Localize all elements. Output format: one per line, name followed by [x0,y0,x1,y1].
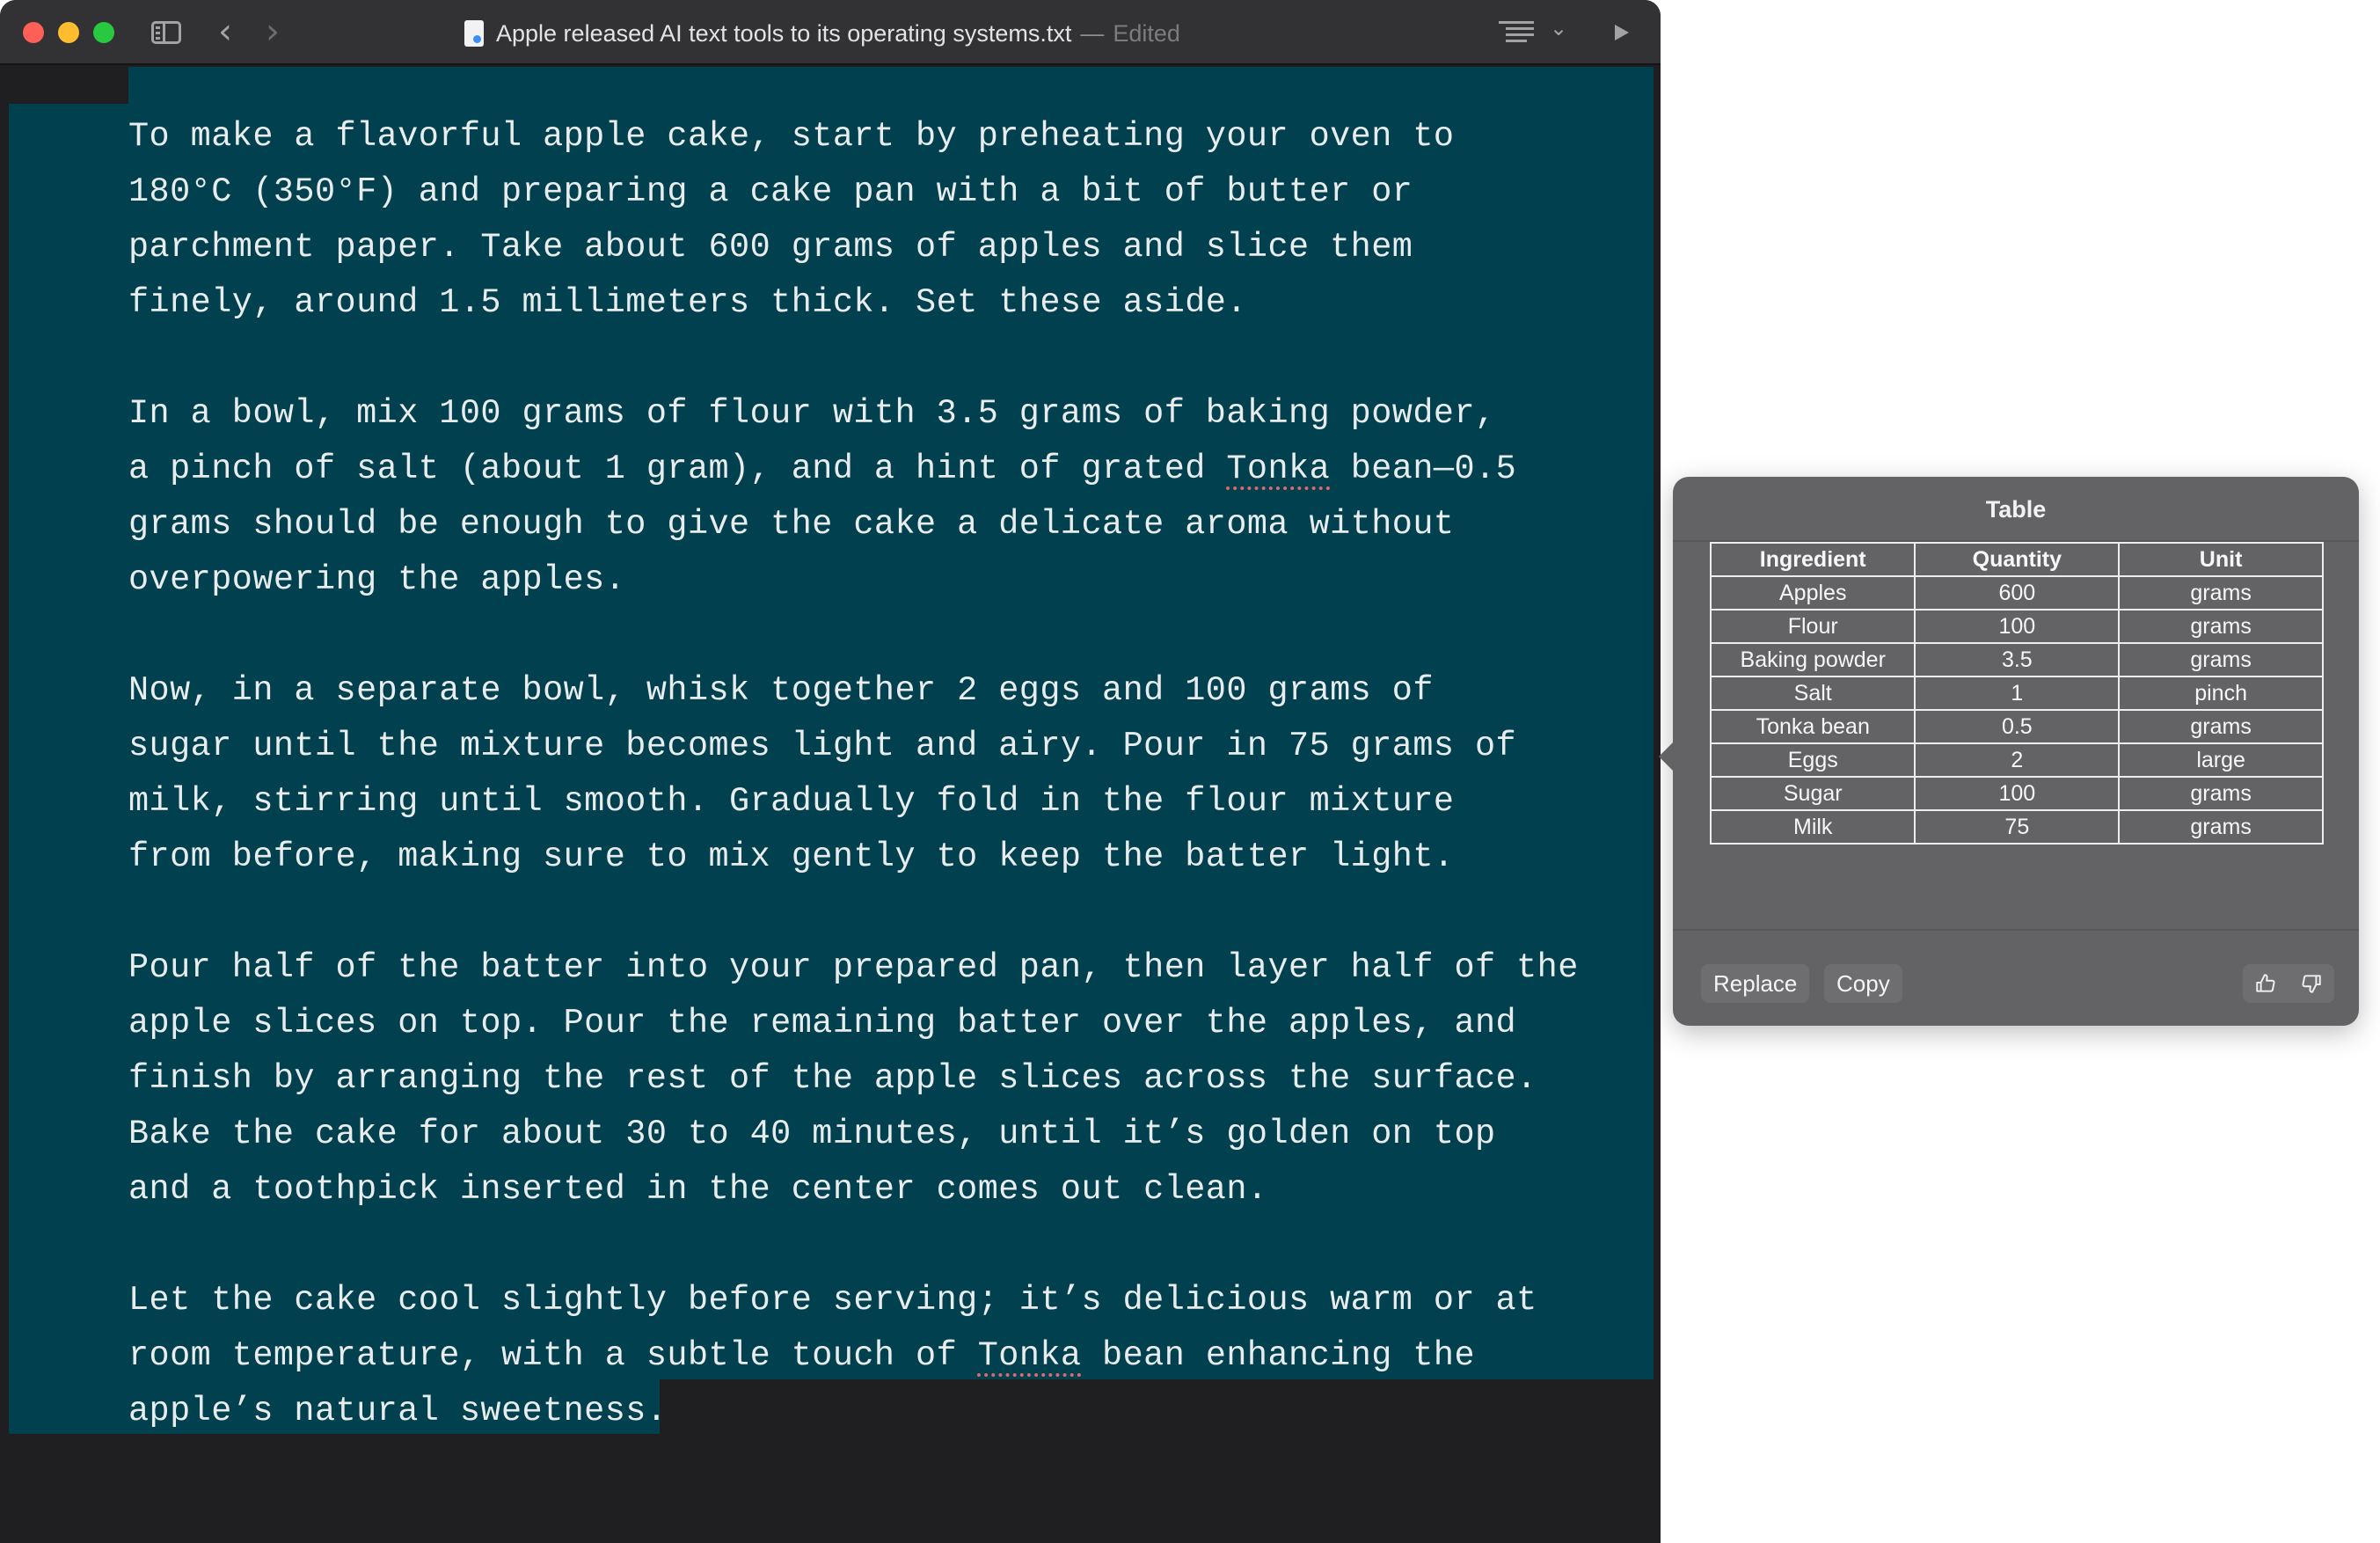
table-cell: 100 [1914,776,2121,811]
table-cell: 1 [1914,676,2121,711]
table-cell: grams [2118,575,2324,611]
table-row: Flour 100 grams [1709,609,2324,644]
text-line: overpowering the apples. [128,560,626,599]
text-line: finish by arranging the rest of the appl… [128,1059,1537,1098]
sidebar-toggle-icon[interactable] [151,21,181,44]
text-line: from before, making sure to mix gently t… [128,837,1455,876]
table-row: Salt 1 pinch [1709,676,2324,711]
table-body: Apples 600 grams Flour 100 grams Baking powder… [1709,575,2324,845]
table-cell: 3.5 [1914,642,2121,677]
chevron-down-icon[interactable]: ⌄ [1550,16,1567,40]
misspelled-word[interactable]: Tonka [978,1336,1082,1375]
text-segment: room temperature, with a subtle touch of [128,1336,978,1375]
table-cell: grams [2118,642,2324,677]
popover-title: Table [1985,496,2047,523]
minimize-window-button[interactable] [58,22,79,43]
zoom-window-button[interactable] [93,22,114,43]
thumbs-up-icon[interactable] [2243,964,2289,1003]
table-cell: grams [2118,709,2324,744]
table-header-row: Ingredient Quantity Unit [1709,542,2324,577]
table-cell: grams [2118,776,2324,811]
table-cell: 75 [1914,809,2121,845]
text-segment: bean enhancing the [1081,1336,1476,1375]
copy-button[interactable]: Copy [1824,964,1902,1003]
text-line: finely, around 1.5 millimeters thick. Se… [128,283,1247,322]
play-icon[interactable] [1615,25,1629,40]
table-cell: grams [2118,809,2324,845]
text-segment: bean—0.5 [1330,450,1517,488]
close-window-button[interactable] [23,22,44,43]
table-row: Sugar 100 grams [1709,776,2324,811]
chevron-right-icon[interactable]: › [266,11,280,53]
table-cell: Apples [1709,575,1916,611]
table-cell: Sugar [1709,776,1916,811]
table-cell: Milk [1709,809,1916,845]
text-line: apple’s natural sweetness. [128,1392,668,1430]
column-header: Ingredient [1709,542,1916,577]
popover-header: Table [1673,477,2359,542]
window-title-area[interactable]: Apple released AI text tools to its oper… [464,16,1180,51]
text-line: To make a flavorful apple cake, start by… [128,117,1455,156]
misspelled-word[interactable]: Tonka [1226,450,1330,488]
table-cell: 2 [1914,742,2121,778]
feedback-buttons [2243,964,2334,1003]
text-line: Let the cake cool slightly before servin… [128,1281,1537,1320]
table-cell: 600 [1914,575,2121,611]
thumbs-down-icon[interactable] [2289,964,2334,1003]
table-cell: Flour [1709,609,1916,644]
text-line: Now, in a separate bowl, whisk together … [128,671,1434,710]
title-separator: — [1080,19,1105,47]
text-line: room temperature, with a subtle touch of… [128,1328,1641,1384]
table-row: Tonka bean 0.5 grams [1709,709,2324,744]
text-line: apple slices on top. Pour the remaining … [128,1004,1517,1042]
table-row: Apples 600 grams [1709,575,2324,611]
ingredients-table: Ingredient Quantity Unit Apples 600 grams F… [1709,542,2324,845]
text-line: parchment paper. Take about 600 grams of… [128,228,1413,267]
text-line: milk, stirring until smooth. Gradually f… [128,782,1455,821]
table-cell: Eggs [1709,742,1916,778]
table-row: Milk 75 grams [1709,809,2324,845]
text-line: a pinch of salt (about 1 gram), and a hi… [128,442,1641,497]
text-segment: a pinch of salt (about 1 gram), and a hi… [128,450,1227,488]
text-line: 180°C (350°F) and preparing a cake pan w… [128,172,1413,211]
table-cell: 0.5 [1914,709,2121,744]
table-cell: Baking powder [1709,642,1916,677]
list-format-icon[interactable] [1499,21,1534,44]
edited-status: Edited [1113,19,1180,47]
text-line: sugar until the mixture becomes light an… [128,727,1517,765]
table-cell: 100 [1914,609,2121,644]
selection-highlight-first-line [128,67,1654,104]
table-cell: grams [2118,609,2324,644]
popover-arrow [1659,741,1675,772]
window-title: Apple released AI text tools to its oper… [496,19,1072,47]
text-line: Bake the cake for about 30 to 40 minutes… [128,1115,1496,1153]
text-editor[interactable]: To make a flavorful apple cake, start by… [0,67,1661,1543]
title-bar: ‹ › Apple released AI text tools to its … [0,0,1661,65]
document-text[interactable]: To make a flavorful apple cake, start by… [128,109,1641,1439]
popover-footer: Replace Copy [1673,929,2359,1026]
table-cell: Salt [1709,676,1916,711]
text-line: In a bowl, mix 100 grams of flour with 3… [128,394,1496,433]
text-line: Pour half of the batter into your prepar… [128,948,1579,987]
text-editor-window: ‹ › Apple released AI text tools to its … [0,0,1661,1543]
table-cell: large [2118,742,2324,778]
column-header: Unit [2118,542,2324,577]
table-row: Eggs 2 large [1709,742,2324,778]
replace-button[interactable]: Replace [1701,964,1810,1003]
text-document-icon [464,20,484,47]
table-row: Baking powder 3.5 grams [1709,642,2324,677]
writing-tools-popover: Table Ingredient Quantity Unit Apples 600… [1659,477,2359,1026]
table-cell: pinch [2118,676,2324,711]
text-line: grams should be enough to give the cake … [128,505,1455,544]
chevron-left-icon[interactable]: ‹ [218,11,232,53]
text-line: and a toothpick inserted in the center c… [128,1170,1268,1209]
table-cell: Tonka bean [1709,709,1916,744]
column-header: Quantity [1914,542,2121,577]
